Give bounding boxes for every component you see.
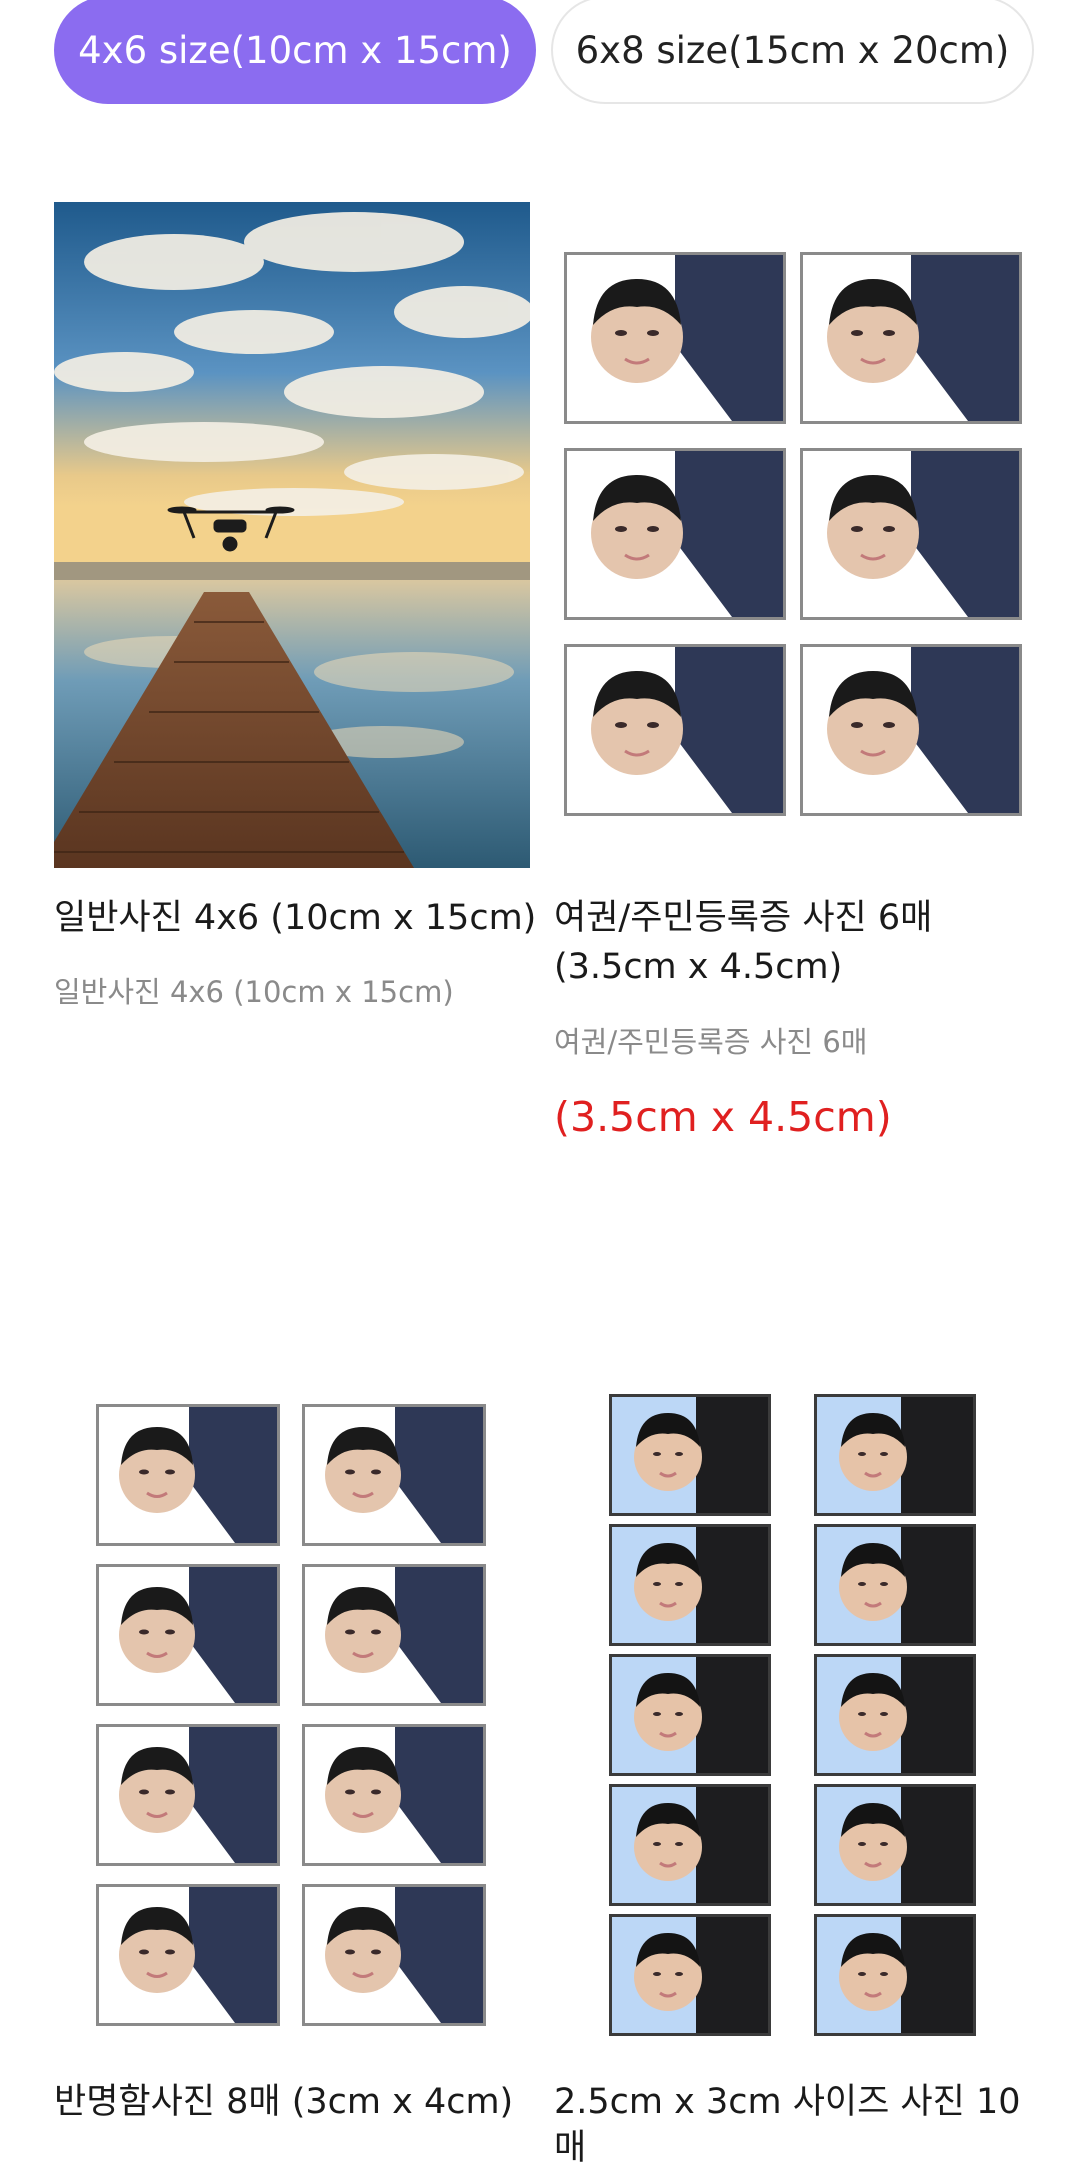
id-photo [564,644,786,816]
product-thumbnail-id-photos-10[interactable] [554,1390,1034,2040]
product-title-line-1: 여권/주민등록증 사진 6매 [554,898,933,938]
id-photo [564,448,786,620]
id-photo [96,1404,280,1546]
product-title-small-line-1: 2.5cm x 3cm 사이즈 사진 10 [554,2082,1021,2122]
product-card-passport-photo[interactable]: 여권/주민등록증 사진 6매 (3.5cm x 4.5cm) 여권/주민등록증 … [554,202,1034,1162]
product-title: 일반사진 4x6 (10cm x 15cm) [54,898,537,938]
id-photo [814,1914,976,2036]
product-thumbnail-landscape[interactable] [54,202,530,868]
product-title-line-2: (3.5cm x 4.5cm) [554,947,843,987]
product-highlight-text: (3.5cm x 4.5cm) [554,1093,892,1141]
id-photo [800,252,1022,424]
product-subtitle: 여권/주민등록증 사진 6매 [554,1025,868,1059]
id-photo [302,1564,486,1706]
id-photo [800,644,1022,816]
id-photo [302,1724,486,1866]
id-photo [302,1884,486,2026]
id-photo [564,252,786,424]
id-photo [609,1524,771,1646]
id-photo [96,1724,280,1866]
id-photo [96,1884,280,2026]
size-tab-bar: 4x6 size(10cm x 15cm) 6x8 size(15cm x 20… [54,0,1034,108]
id-photo [609,1394,771,1516]
product-subtitle: 일반사진 4x6 (10cm x 15cm) [54,975,454,1009]
id-photo [609,1784,771,1906]
product-thumbnail-id-photos-6[interactable] [554,202,1030,868]
id-photo [609,1914,771,2036]
id-photo [609,1654,771,1776]
id-photo [814,1394,976,1516]
product-title-half-business: 반명함사진 8매 (3cm x 4cm) [54,2082,514,2122]
id-photo [96,1564,280,1706]
tab-6x8-size[interactable]: 6x8 size(15cm x 20cm) [551,0,1034,104]
product-thumbnail-id-photos-8[interactable] [54,1390,530,2050]
id-photo [800,448,1022,620]
id-photo [814,1784,976,1906]
product-card-half-business-photo[interactable] [54,1390,530,2160]
id-photo [814,1654,976,1776]
id-photo [302,1404,486,1546]
product-card-general-photo[interactable]: 일반사진 4x6 (10cm x 15cm) 일반사진 4x6 (10cm x … [54,202,536,1022]
product-title-small-line-2: 매 [554,2128,587,2168]
tab-4x6-size[interactable]: 4x6 size(10cm x 15cm) [54,0,536,104]
product-card-small-photo[interactable] [554,1390,1034,2160]
id-photo [814,1524,976,1646]
